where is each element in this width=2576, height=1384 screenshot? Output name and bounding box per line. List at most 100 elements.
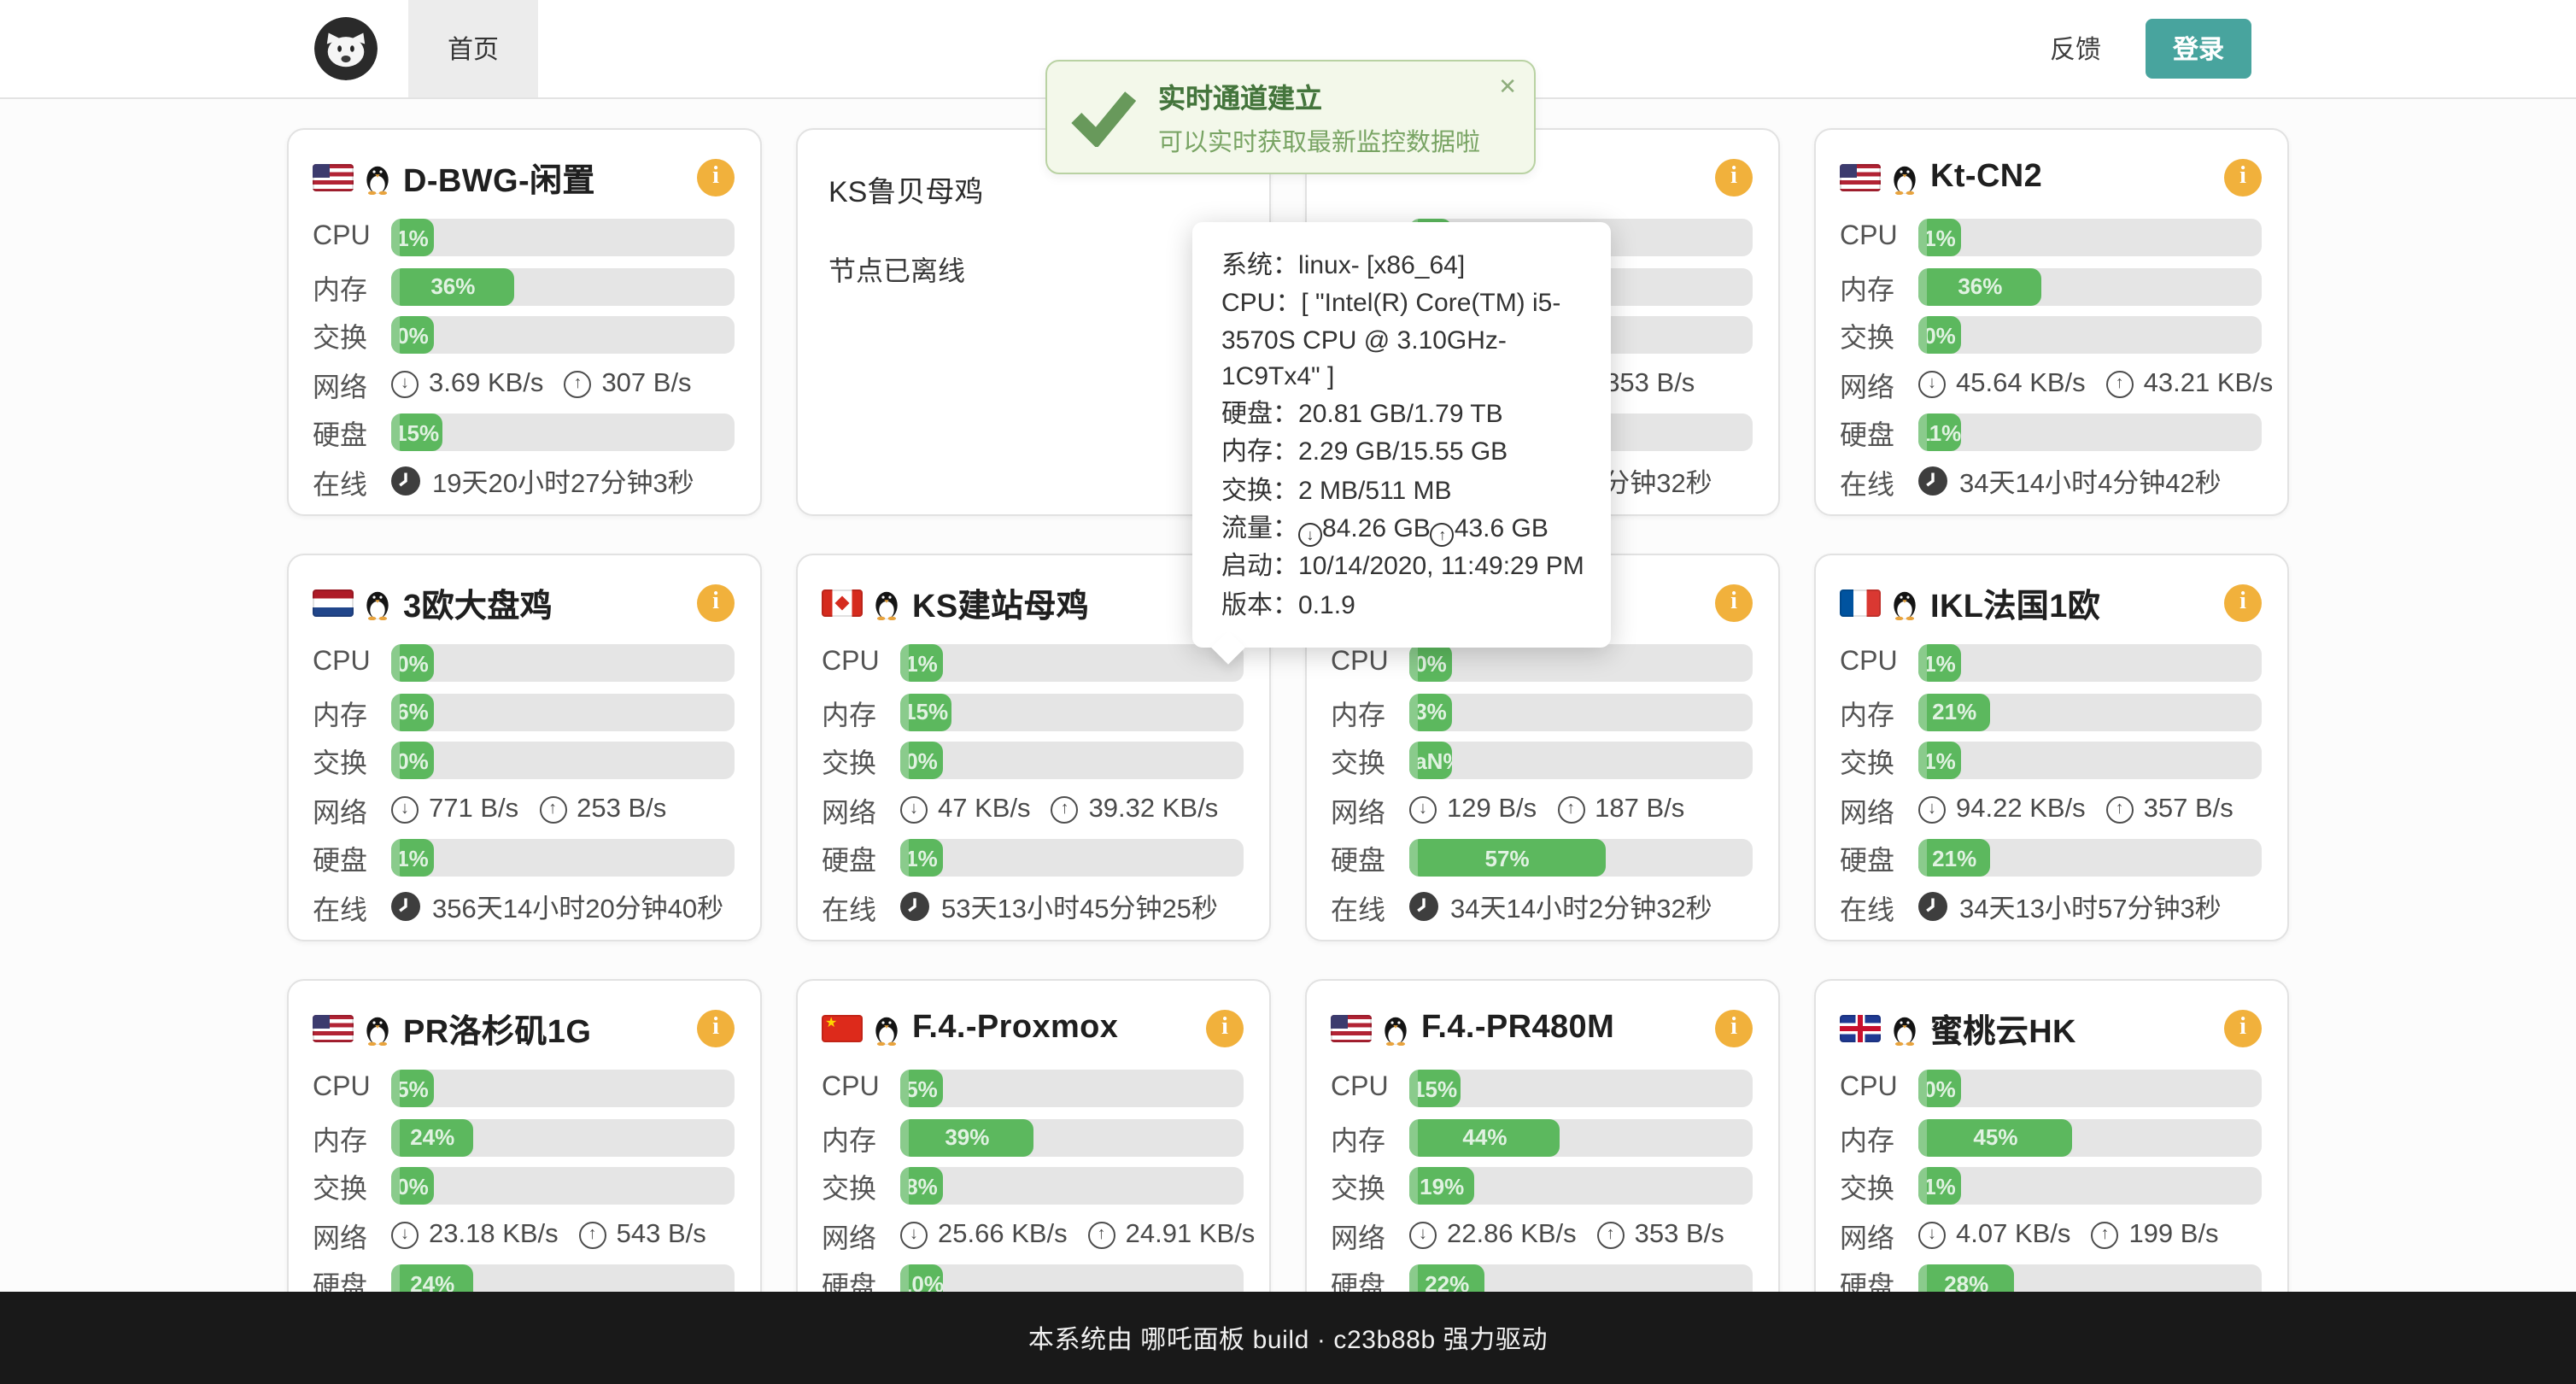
stat-label-disk: 硬盘 — [822, 837, 900, 878]
linux-penguin-icon — [1891, 1012, 1918, 1045]
info-icon[interactable]: i — [697, 159, 735, 196]
server-title-row: 蜜桃云HK i — [1840, 1001, 2262, 1056]
tooltip-row: CPU：[ "Intel(R) Core(TM) i5-3570S CPU @ … — [1221, 286, 1590, 396]
stat-row-cpu: CPU 1% — [1840, 219, 2262, 256]
server-title-row: D-BWG-闲置 i — [313, 150, 735, 205]
info-icon[interactable]: i — [1715, 584, 1753, 622]
upload-arrow-icon: ↑ — [1431, 524, 1455, 548]
stat-row-disk: 硬盘 21% — [1840, 839, 2262, 877]
net-up-value: 357 B/s — [2144, 794, 2234, 824]
stat-label-mem: 内存 — [1331, 1117, 1409, 1158]
toast-text: 实时通道建立 可以实时获取最新监控数据啦 — [1158, 75, 1480, 159]
net-up-value: 43.21 KB/s — [2144, 368, 2274, 399]
stat-row-disk: 硬盘 15% — [313, 413, 735, 451]
stat-label-online: 在线 — [313, 886, 391, 927]
info-icon[interactable]: i — [1715, 1010, 1753, 1047]
swap-value: 0% — [396, 322, 429, 348]
server-card: IKL法国1欧 i CPU 1% 内存 21% 交换 1% 网络 ↓ 94.22… — [1814, 554, 2289, 941]
site-logo[interactable] — [314, 17, 378, 80]
tab-home[interactable]: 首页 — [408, 0, 538, 97]
stat-label-net: 网络 — [1840, 363, 1918, 404]
stat-row-net: 网络 ↓ 47 KB/s ↑ 39.32 KB/s — [822, 790, 1244, 828]
stat-label-online: 在线 — [1840, 886, 1918, 927]
stat-row-online: 在线 19天20小时27分钟3秒 — [313, 462, 735, 500]
country-flag-icon — [1331, 1015, 1372, 1042]
stat-row-cpu: CPU 5% — [313, 1070, 735, 1107]
stat-row-cpu: CPU 5% — [822, 1070, 1244, 1107]
linux-penguin-icon — [1891, 161, 1918, 194]
stat-row-swap: 交换 0% — [313, 742, 735, 779]
login-button[interactable]: 登录 — [2146, 19, 2251, 79]
info-icon[interactable]: i — [1206, 1010, 1244, 1047]
country-flag-icon — [822, 1015, 863, 1042]
linux-penguin-icon — [364, 587, 391, 619]
upload-arrow-icon: ↑ — [1557, 795, 1584, 823]
stat-row-cpu: CPU 1% — [313, 219, 735, 256]
cpu-value: 1% — [396, 225, 429, 250]
tooltip-row: 交换：2 MB/511 MB — [1221, 473, 1590, 510]
net-down-value: 771 B/s — [429, 794, 518, 824]
country-flag-icon — [313, 1015, 354, 1042]
info-icon[interactable]: i — [2224, 159, 2262, 196]
stat-row-swap: 交换 1% — [1840, 742, 2262, 779]
net-up-value: 307 B/s — [601, 368, 691, 399]
close-icon[interactable]: ✕ — [1498, 73, 1517, 101]
server-name: F.4.-Proxmox — [912, 1010, 1118, 1047]
stat-row-swap: 交换 19% — [1331, 1167, 1753, 1205]
swap-value: 0% — [905, 748, 938, 773]
swap-bar: 0% — [391, 1167, 735, 1205]
swap-bar: 0% — [900, 742, 1244, 779]
stat-row-swap: 交换 0% — [313, 316, 735, 354]
stat-row-net: 网络 ↓ 3.69 KB/s ↑ 307 B/s — [313, 365, 735, 402]
stat-label-cpu: CPU — [1840, 648, 1918, 678]
toast-title: 实时通道建立 — [1158, 75, 1480, 116]
disk-value: 1% — [396, 845, 429, 871]
info-icon[interactable]: i — [2224, 584, 2262, 622]
cpu-value: 5% — [905, 1076, 938, 1101]
country-flag-icon — [313, 589, 354, 617]
stat-row-online: 在线 34天13小时57分钟3秒 — [1840, 888, 2262, 925]
online-value: 34天14小时4分钟42秒 — [1959, 462, 2222, 500]
net-up-value: 543 B/s — [617, 1219, 706, 1250]
info-icon[interactable]: i — [697, 584, 735, 622]
clock-icon — [900, 892, 929, 921]
mem-value: 44% — [1462, 1124, 1507, 1150]
mem-value: 24% — [410, 1124, 454, 1150]
country-flag-icon — [1840, 1015, 1881, 1042]
stat-row-cpu: CPU 1% — [1840, 644, 2262, 682]
stat-row-swap: 交换 8% — [822, 1167, 1244, 1205]
disk-value: 11% — [1918, 419, 1961, 445]
info-icon[interactable]: i — [1715, 159, 1753, 196]
cpu-bar: 1% — [1918, 219, 2262, 256]
cpu-bar: 5% — [391, 1070, 735, 1107]
info-icon[interactable]: i — [2224, 1010, 2262, 1047]
upload-arrow-icon: ↑ — [2091, 1221, 2118, 1248]
server-title-row: 3欧大盘鸡 i — [313, 576, 735, 630]
stat-label-net: 网络 — [1331, 789, 1409, 830]
online-value: 19天20小时27分钟3秒 — [432, 462, 694, 500]
stat-label-cpu: CPU — [1840, 1073, 1918, 1104]
stat-row-mem: 内存 36% — [1840, 267, 2262, 305]
stat-row-online: 在线 34天14小时4分钟42秒 — [1840, 462, 2262, 500]
mem-value: 36% — [430, 273, 475, 299]
server-name: F.4.-PR480M — [1421, 1010, 1614, 1047]
upload-arrow-icon: ↑ — [564, 370, 591, 397]
stat-row-disk: 硬盘 11% — [1840, 413, 2262, 451]
download-arrow-icon: ↓ — [900, 1221, 928, 1248]
download-arrow-icon: ↓ — [1918, 1221, 1946, 1248]
stat-label-cpu: CPU — [1331, 648, 1409, 678]
stat-label-online: 在线 — [313, 460, 391, 501]
online-value: 34天13小时57分钟3秒 — [1959, 888, 2222, 925]
stat-row-cpu: CPU 0% — [313, 644, 735, 682]
server-title-row: IKL法国1欧 i — [1840, 576, 2262, 630]
info-icon[interactable]: i — [697, 1010, 735, 1047]
disk-bar: 1% — [900, 839, 1244, 877]
online-value: 356天14小时20分钟40秒 — [432, 888, 723, 925]
swap-value: NaN% — [1409, 748, 1452, 773]
footer: 本系统由 哪吒面板 build · c23b88b 强力驱动 — [0, 1292, 2576, 1384]
net-down-value: 22.86 KB/s — [1447, 1219, 1577, 1250]
feedback-link[interactable]: 反馈 — [2050, 31, 2101, 67]
avatar — [314, 17, 378, 80]
mem-bar: 36% — [1918, 267, 2262, 305]
tooltip-row: 流量：↓84.26 GB↑43.6 GB — [1221, 511, 1590, 548]
